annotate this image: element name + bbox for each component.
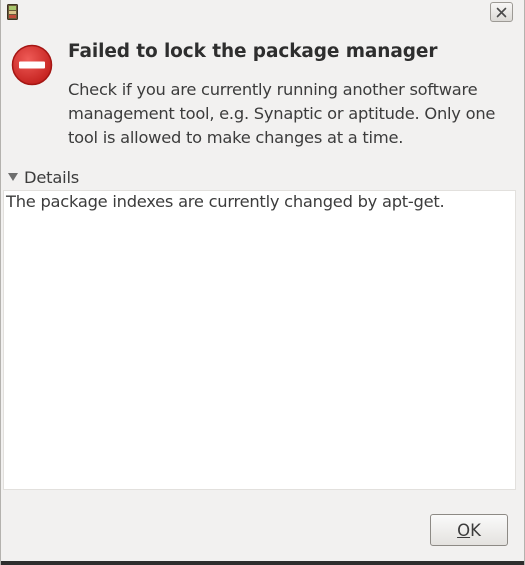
ok-accelerator: O [457,520,471,540]
triangle-down-icon [8,173,18,181]
dialog-message: Check if you are currently running anoth… [68,80,496,147]
ok-button[interactable]: OK [430,514,508,546]
close-button[interactable] [490,2,513,22]
window-bottom-edge [1,561,524,565]
details-text: The package indexes are currently change… [6,192,445,211]
error-icon [11,44,53,86]
details-expander[interactable]: Details [7,166,79,188]
dialog-title: Failed to lock the package manager [68,41,438,62]
ok-label: K [470,520,481,540]
dialog-window: Failed to lock the package manager Check… [0,0,525,565]
package-manager-icon [7,4,18,20]
details-label: Details [24,167,80,187]
close-icon [496,7,507,17]
details-textview[interactable]: The package indexes are currently change… [3,190,516,490]
title-bar[interactable] [1,0,524,24]
